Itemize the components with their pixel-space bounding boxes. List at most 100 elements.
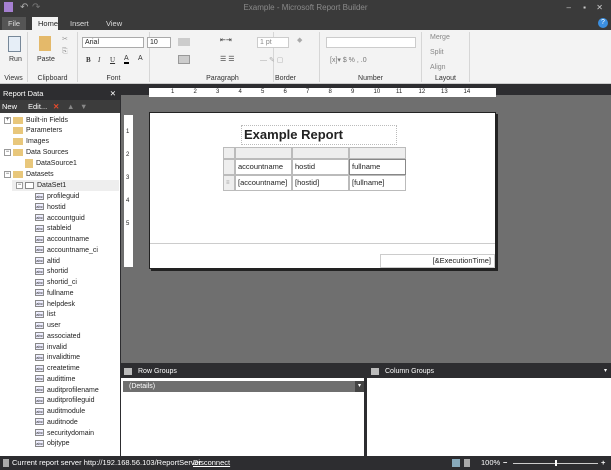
bold-button[interactable]: B <box>86 56 91 64</box>
field-item[interactable]: abc auditnode <box>35 417 78 428</box>
field-item[interactable]: abc accountguid <box>35 213 85 224</box>
execution-time-textbox[interactable]: [&ExecutionTime] <box>380 254 495 268</box>
close-icon[interactable]: ✕ <box>110 87 116 100</box>
header-cell[interactable]: accountname <box>235 159 292 175</box>
field-item[interactable]: abc shortid_ci <box>35 277 77 288</box>
close-button[interactable]: ✕ <box>596 0 603 15</box>
minimize-button[interactable]: – <box>567 0 571 15</box>
border-style-icon[interactable]: — ✎ ▢ <box>260 56 283 64</box>
split-button[interactable]: Split <box>430 49 444 56</box>
row-handle[interactable] <box>223 159 235 175</box>
tree-item-dataset1[interactable]: DataSet1 <box>12 180 119 191</box>
tree-item-datasource1[interactable]: DataSource1 <box>25 158 77 169</box>
field-item[interactable]: abc hostid <box>35 202 66 213</box>
disconnect-link[interactable]: Disconnect <box>193 456 230 470</box>
zoom-out-button[interactable]: − <box>503 456 507 470</box>
field-item[interactable]: abc profileguid <box>35 191 79 202</box>
zoom-in-button[interactable]: + <box>601 456 605 470</box>
field-item[interactable]: abc helpdesk <box>35 299 75 310</box>
list-icon[interactable]: ☰ ☰ <box>220 55 235 63</box>
collapse-icon[interactable]: − <box>4 171 11 178</box>
font-name-select[interactable]: Arial <box>82 37 144 48</box>
zoom-slider-thumb[interactable] <box>555 460 557 466</box>
indent-icon[interactable]: ⇤⇥ <box>220 36 232 44</box>
undo-icon[interactable]: ↶ <box>20 0 28 15</box>
field-item[interactable]: abc fullname <box>35 288 73 299</box>
field-item[interactable]: abc accountname <box>35 234 89 245</box>
underline-button[interactable]: U <box>110 56 115 64</box>
details-row-handle[interactable]: ≡ <box>223 175 235 191</box>
move-up-icon[interactable]: ▲ <box>67 100 74 113</box>
italic-button[interactable]: I <box>98 56 100 64</box>
field-item[interactable]: abc accountname_ci <box>35 245 98 256</box>
field-item[interactable]: abc invalid <box>35 342 67 353</box>
row-handle[interactable] <box>223 147 235 159</box>
cut-icon[interactable]: ✂ <box>62 35 68 43</box>
field-item[interactable]: abc shortid <box>35 266 68 277</box>
field-item[interactable]: abc stableid <box>35 223 71 234</box>
tab-view[interactable]: View <box>100 17 128 30</box>
field-item[interactable]: abc invalidtime <box>35 352 80 363</box>
design-view-icon[interactable] <box>452 459 460 467</box>
tab-home[interactable]: Home <box>32 17 58 30</box>
paste-button[interactable]: Paste <box>37 56 55 63</box>
field-item[interactable]: abc list <box>35 309 56 320</box>
data-cell[interactable]: [accountname] <box>235 175 292 191</box>
copy-icon[interactable]: ⎘ <box>62 48 68 56</box>
fill-color-icon[interactable]: ◆ <box>297 36 302 44</box>
tab-insert[interactable]: Insert <box>64 17 95 30</box>
header-cell[interactable]: fullname <box>349 159 406 175</box>
align-button[interactable]: Align <box>430 64 446 71</box>
border-width-select[interactable]: 1 pt <box>257 37 289 48</box>
redo-icon[interactable]: ↷ <box>32 0 40 15</box>
field-item[interactable]: abc objtype <box>35 438 70 449</box>
field-item[interactable]: abc createtime <box>35 363 80 374</box>
data-cell[interactable]: [hostid] <box>292 175 349 191</box>
tree-item-parameters[interactable]: Parameters <box>13 125 62 136</box>
delete-icon[interactable]: ✕ <box>53 100 59 113</box>
paste-icon[interactable] <box>39 36 51 51</box>
help-icon[interactable]: ? <box>598 18 608 28</box>
details-group[interactable]: (Details) ▾ <box>123 381 364 392</box>
collapse-icon[interactable]: − <box>4 149 11 156</box>
move-down-icon[interactable]: ▼ <box>80 100 87 113</box>
field-item[interactable]: abc user <box>35 320 61 331</box>
font-color-button[interactable]: A <box>124 55 129 64</box>
maximize-button[interactable]: ▪ <box>583 0 586 15</box>
number-format-select[interactable] <box>326 37 416 48</box>
tree-item-datasets[interactable]: Datasets <box>13 169 54 180</box>
preview-icon[interactable] <box>464 459 470 467</box>
collapse-icon[interactable]: − <box>16 182 23 189</box>
edit-button[interactable]: Edit... <box>28 100 47 113</box>
run-icon[interactable] <box>8 36 21 52</box>
grid-icon <box>124 368 132 375</box>
align-left-icon[interactable] <box>178 55 190 64</box>
chevron-down-icon[interactable]: ▾ <box>604 365 607 378</box>
field-item[interactable]: abc auditprofileguid <box>35 395 94 406</box>
column-handle[interactable] <box>349 147 406 159</box>
save-icon[interactable] <box>4 2 13 12</box>
field-item[interactable]: abc auditprofilename <box>35 385 99 396</box>
field-item[interactable]: abc auditmodule <box>35 406 85 417</box>
report-title-textbox[interactable]: Example Report <box>241 125 397 145</box>
merge-button[interactable]: Merge <box>430 34 450 41</box>
new-button[interactable]: New <box>2 100 17 113</box>
field-item[interactable]: abc associated <box>35 331 80 342</box>
data-cell[interactable]: [fullname] <box>349 175 406 191</box>
expand-icon[interactable]: + <box>4 117 11 124</box>
grow-font-button[interactable]: A <box>138 55 143 62</box>
font-size-select[interactable]: 10 <box>147 37 171 48</box>
field-item[interactable]: abc altid <box>35 256 60 267</box>
number-format-icons[interactable]: [x]▾ $ % , .0 <box>330 56 367 64</box>
tree-item-images[interactable]: Images <box>13 136 49 147</box>
tree-item-data-sources[interactable]: Data Sources <box>13 147 68 158</box>
column-handle[interactable] <box>235 147 292 159</box>
column-handle[interactable] <box>292 147 349 159</box>
field-item[interactable]: abc audittime <box>35 374 75 385</box>
field-item[interactable]: abc securitydomain <box>35 428 94 439</box>
align-top-icon[interactable] <box>178 38 190 46</box>
header-cell[interactable]: hostid <box>292 159 349 175</box>
chevron-down-icon[interactable]: ▾ <box>355 381 364 392</box>
tab-file[interactable]: File <box>2 17 27 30</box>
run-button[interactable]: Run <box>9 56 22 63</box>
